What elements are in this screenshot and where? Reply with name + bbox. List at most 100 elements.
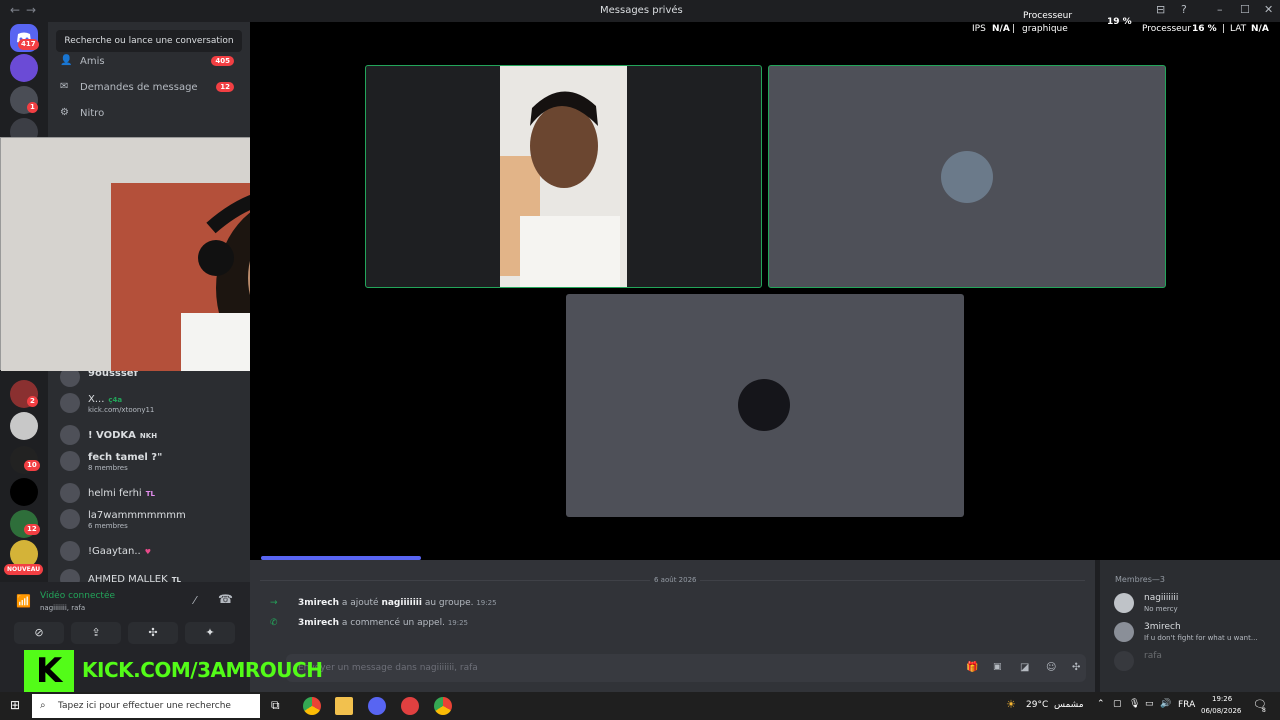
chrome-icon[interactable] bbox=[303, 697, 321, 715]
kick-url: KICK.COM/3AMROUCH bbox=[82, 658, 323, 682]
close-button[interactable]: ✕ bbox=[1264, 3, 1273, 16]
sticker-icon[interactable]: ◪ bbox=[1020, 662, 1029, 673]
inbox-icon[interactable]: ⊟ bbox=[1156, 3, 1165, 16]
gif-icon[interactable]: ▣ bbox=[993, 662, 1002, 672]
apps-icon[interactable]: ✣ bbox=[1072, 662, 1080, 673]
dm-item[interactable]: !Gaaytan.. ♥ bbox=[56, 540, 242, 564]
back-arrow-icon[interactable]: ← bbox=[10, 3, 20, 17]
dm-members: 6 membres bbox=[88, 522, 128, 530]
video-tile-rafa[interactable] bbox=[566, 294, 964, 517]
message-user[interactable]: 3mirech bbox=[298, 598, 339, 608]
signal-icon: 📶 bbox=[16, 594, 31, 608]
dm-item[interactable]: la7wammmmmmm 6 membres bbox=[56, 508, 242, 532]
dm-item[interactable]: AHMED MALLEK TL bbox=[56, 568, 242, 582]
join-arrow-icon: → bbox=[270, 598, 278, 608]
sidebar-item-label: Nitro bbox=[80, 108, 105, 119]
video-tile-3mirech[interactable] bbox=[768, 65, 1166, 288]
dm-name: fech tamel ?" bbox=[88, 452, 163, 463]
mail-icon: ✉ bbox=[60, 81, 69, 92]
network-icon[interactable]: ▭ bbox=[1145, 699, 1154, 709]
title-bar: ← → Messages privés ⊟ ? – ☐ ✕ bbox=[0, 0, 1280, 22]
server-icon[interactable] bbox=[10, 478, 38, 506]
notification-count: 8 bbox=[1262, 707, 1266, 714]
dm-name: ! VODKA NKH bbox=[88, 430, 158, 441]
notification-badge: 417 bbox=[18, 39, 39, 50]
maximize-button[interactable]: ☐ bbox=[1240, 3, 1250, 16]
server-icon[interactable] bbox=[10, 412, 38, 440]
avatar bbox=[60, 393, 80, 413]
dm-item[interactable]: ! VODKA NKH bbox=[56, 424, 242, 448]
minimize-button[interactable]: – bbox=[1217, 3, 1223, 16]
tray-chevron-icon[interactable]: ⌃ bbox=[1097, 699, 1105, 709]
dm-name: helmi ferhi TL bbox=[88, 488, 155, 499]
volume-icon[interactable]: 🔊 bbox=[1160, 699, 1171, 709]
language-indicator[interactable]: FRA bbox=[1178, 700, 1195, 710]
message-user[interactable]: 3mirech bbox=[298, 618, 339, 628]
member-item[interactable]: nagiiiiiii No mercy bbox=[1114, 591, 1274, 615]
member-item[interactable]: rafa bbox=[1114, 649, 1274, 673]
member-item[interactable]: 3mirech If u don't fight for what u want… bbox=[1114, 620, 1274, 644]
overlay-cpu-label-2: Processeur bbox=[1142, 24, 1192, 34]
help-icon[interactable]: ? bbox=[1181, 3, 1187, 16]
obs-icon[interactable] bbox=[401, 697, 419, 715]
dm-name: !Gaaytan.. ♥ bbox=[88, 546, 151, 557]
chat-area: 6 août 2026 → 3mirech a ajouté nagiiiiii… bbox=[250, 560, 1095, 692]
overlay-gpu-label: graphique bbox=[1022, 24, 1068, 34]
dm-status: kick.com/xtoony11 bbox=[88, 406, 155, 414]
dm-name: AHMED MALLEK TL bbox=[88, 574, 181, 582]
phone-icon: ✆ bbox=[270, 618, 278, 628]
weather-temp[interactable]: 29°C bbox=[1026, 700, 1048, 710]
overlay-cpu-label: Processeur bbox=[1023, 11, 1073, 21]
clock-time[interactable]: 19:26 bbox=[1212, 695, 1232, 703]
emoji-icon[interactable]: ☺ bbox=[1046, 662, 1056, 673]
count-badge: 12 bbox=[216, 82, 234, 92]
task-view-icon[interactable]: ⧉ bbox=[271, 698, 280, 713]
user-tag: TL bbox=[145, 490, 155, 498]
overlay-lat-value: N/A bbox=[1251, 24, 1269, 34]
sidebar-item-friends[interactable]: 👤 Amis 405 bbox=[56, 50, 242, 74]
clock-date[interactable]: 06/08/2026 bbox=[1201, 707, 1241, 715]
notification-badge: 10 bbox=[24, 460, 40, 471]
avatar bbox=[941, 151, 993, 203]
video-stage: Processeur 19 % IPS N/A | graphique Proc… bbox=[250, 11, 1280, 560]
taskbar-search[interactable]: ⌕ Tapez ici pour effectuer une recherche bbox=[32, 694, 260, 718]
overlay-separator: | bbox=[1222, 24, 1226, 34]
soundboard-button[interactable]: ✦ bbox=[185, 622, 235, 644]
sidebar-item-label: Amis bbox=[80, 56, 105, 67]
kick-banner: K KICK.COM/3AMROUCH bbox=[24, 650, 323, 692]
dm-members: 8 membres bbox=[88, 464, 128, 472]
avatar bbox=[60, 569, 80, 582]
dm-item[interactable]: helmi ferhi TL bbox=[56, 482, 242, 506]
voice-channel[interactable]: nagiiiiiii, rafa bbox=[40, 604, 85, 612]
dm-item[interactable]: X... ç4a kick.com/xtoony11 bbox=[56, 392, 242, 416]
search-icon: ⌕ bbox=[40, 700, 46, 711]
server-icon[interactable] bbox=[10, 54, 38, 82]
message-time: 19:25 bbox=[447, 619, 469, 627]
dm-item[interactable]: fech tamel ?" 8 membres bbox=[56, 450, 242, 474]
overlay-lat-label: LAT bbox=[1230, 24, 1247, 34]
video-tile-nagiiiiiii[interactable] bbox=[365, 65, 762, 288]
activities-button[interactable]: ✣ bbox=[128, 622, 178, 644]
search-input[interactable]: Recherche ou lance une conversation bbox=[56, 30, 242, 52]
notification-badge: 2 bbox=[27, 396, 38, 407]
file-explorer-icon[interactable] bbox=[335, 697, 353, 715]
camera-off-button[interactable]: ⊘ bbox=[14, 622, 64, 644]
sidebar-item-label: Demandes de message bbox=[80, 82, 198, 93]
disconnect-icon[interactable]: ☎ bbox=[218, 592, 233, 606]
chrome-icon[interactable] bbox=[434, 697, 452, 715]
members-header: Membres—3 bbox=[1115, 575, 1165, 584]
noise-suppression-icon[interactable]: ⁄ bbox=[194, 594, 196, 607]
tray-icon[interactable]: ▢ bbox=[1113, 699, 1122, 709]
sidebar-item-nitro[interactable]: ⚙ Nitro bbox=[56, 102, 242, 126]
system-message: ✆ 3mirech a commencé un appel. 19:25 bbox=[270, 618, 469, 628]
windows-start-icon[interactable]: ⊞ bbox=[10, 698, 20, 712]
gift-icon[interactable]: 🎁 bbox=[966, 662, 978, 673]
discord-taskbar-icon[interactable] bbox=[368, 697, 386, 715]
avatar bbox=[738, 379, 790, 431]
user-tag: ♥ bbox=[144, 548, 151, 556]
screen-share-button[interactable]: ⇪ bbox=[71, 622, 121, 644]
forward-arrow-icon[interactable]: → bbox=[26, 3, 36, 17]
avatar bbox=[60, 425, 80, 445]
microphone-icon[interactable]: 🎙 bbox=[1129, 699, 1140, 709]
sidebar-item-message-requests[interactable]: ✉ Demandes de message 12 bbox=[56, 76, 242, 100]
